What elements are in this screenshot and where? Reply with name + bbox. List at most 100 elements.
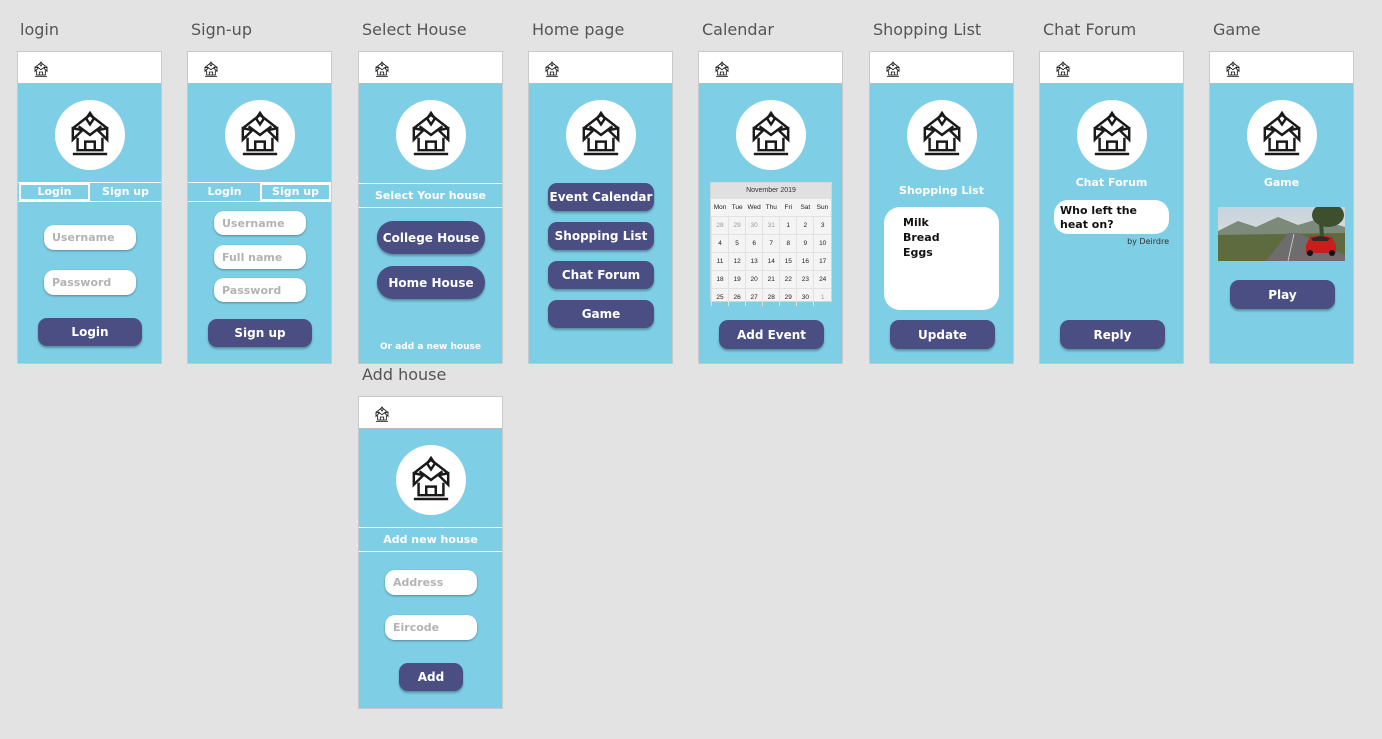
eircode-input[interactable]: Eircode [385,615,477,640]
frame-title-calendar: Calendar [702,20,774,39]
calendar-day[interactable]: 29 [728,216,746,235]
calendar-day[interactable]: 26 [728,288,746,306]
calendar-weekday: Sun [816,204,829,211]
calendar-day[interactable]: 23 [796,270,814,289]
signup-tabs: Login Sign up [188,182,331,202]
calendar-day[interactable]: 16 [796,252,814,271]
password-input[interactable]: Password [214,278,306,302]
calendar-day[interactable]: 18 [710,270,729,289]
calendar-day[interactable]: 30 [796,288,814,306]
tab-login[interactable]: Login [189,183,260,201]
house-icon[interactable] [33,60,49,78]
top-bar [529,52,672,84]
game-heading: Game [1263,176,1300,189]
house-icon[interactable] [374,405,390,423]
house-icon[interactable] [203,60,219,78]
calendar-widget[interactable]: November 2019 Mon Tue Wed Thu Fri Sat Sun 28 29… [710,182,832,306]
calendar-week: 25 26 27 28 29 30 1 [710,288,831,306]
house-icon[interactable] [544,60,560,78]
address-input[interactable]: Address [385,570,477,595]
house-logo-icon [736,100,806,170]
home-page-screen: Event Calendar Shopping List Chat Forum … [528,51,673,364]
shopping-list-box[interactable]: Milk Bread Eggs [884,207,999,310]
calendar-weekday: Sat [800,204,811,211]
calendar-weekday: Wed [747,204,761,211]
house-logo-icon [396,100,466,170]
calendar-day[interactable]: 29 [779,288,797,306]
list-item: Eggs [903,246,933,259]
tab-login[interactable]: Login [19,183,90,201]
calendar-day[interactable]: 7 [762,234,780,253]
calendar-day[interactable]: 10 [813,234,831,253]
calendar-weekday: Mon [713,204,727,211]
calendar-day[interactable]: 1 [779,216,797,235]
reply-button[interactable]: Reply [1060,320,1165,349]
chat-forum-heading: Chat Forum [1075,176,1148,189]
game-button[interactable]: Game [548,300,654,328]
event-calendar-button[interactable]: Event Calendar [548,183,654,211]
calendar-day[interactable]: 30 [745,216,763,235]
calendar-day[interactable]: 6 [745,234,763,253]
shopping-list-button[interactable]: Shopping List [548,222,654,250]
house-icon[interactable] [1055,60,1071,78]
calendar-day[interactable]: 13 [745,252,763,271]
calendar-day[interactable]: 8 [779,234,797,253]
calendar-screen: November 2019 Mon Tue Wed Thu Fri Sat Sun 28 29… [698,51,843,364]
house-icon[interactable] [374,60,390,78]
calendar-day[interactable]: 17 [813,252,831,271]
calendar-week: 18 19 20 21 22 23 24 [710,270,831,289]
top-bar [188,52,331,84]
tab-signup[interactable]: Sign up [260,183,331,201]
house-logo-icon [1077,100,1147,170]
calendar-day[interactable]: 1 [813,288,831,306]
top-bar [1040,52,1183,84]
calendar-day[interactable]: 4 [710,234,729,253]
calendar-day[interactable]: 25 [710,288,729,306]
login-button[interactable]: Login [38,318,142,346]
calendar-day[interactable]: 31 [762,216,780,235]
username-input[interactable]: Username [214,211,306,235]
calendar-day[interactable]: 11 [710,252,729,271]
password-input[interactable]: Password [44,270,136,295]
calendar-day[interactable]: 27 [745,288,763,306]
calendar-weekday: Tue [731,204,743,211]
play-button[interactable]: Play [1230,280,1335,309]
calendar-day[interactable]: 28 [762,288,780,306]
add-new-house-link[interactable]: Or add a new house [359,342,502,352]
college-house-button[interactable]: College House [377,221,485,254]
username-input[interactable]: Username [44,225,136,250]
add-event-button[interactable]: Add Event [719,320,824,349]
calendar-day[interactable]: 22 [779,270,797,289]
home-house-button[interactable]: Home House [377,266,485,299]
top-bar [870,52,1013,84]
list-item: Bread [903,231,940,244]
calendar-weekday: Fri [784,204,793,211]
calendar-day[interactable]: 21 [762,270,780,289]
calendar-day[interactable]: 28 [710,216,729,235]
house-icon[interactable] [885,60,901,78]
calendar-day[interactable]: 3 [813,216,831,235]
calendar-day[interactable]: 19 [728,270,746,289]
house-logo-icon [907,100,977,170]
calendar-day[interactable]: 20 [745,270,763,289]
top-bar [1210,52,1353,84]
signup-button[interactable]: Sign up [208,319,312,347]
calendar-day[interactable]: 14 [762,252,780,271]
fullname-input[interactable]: Full name [214,245,306,269]
update-button[interactable]: Update [890,320,995,349]
calendar-day[interactable]: 24 [813,270,831,289]
frame-title-game: Game [1213,20,1261,39]
tab-signup[interactable]: Sign up [90,183,161,201]
calendar-day[interactable]: 5 [728,234,746,253]
frame-title-home-page: Home page [532,20,625,39]
calendar-day[interactable]: 12 [728,252,746,271]
calendar-day[interactable]: 9 [796,234,814,253]
add-button[interactable]: Add [399,663,463,691]
calendar-day[interactable]: 15 [779,252,797,271]
calendar-day[interactable]: 2 [796,216,814,235]
chat-forum-button[interactable]: Chat Forum [548,261,654,289]
house-logo-icon [1247,100,1317,170]
house-icon[interactable] [714,60,730,78]
frame-title-add-house: Add house [362,365,447,384]
house-icon[interactable] [1225,60,1241,78]
